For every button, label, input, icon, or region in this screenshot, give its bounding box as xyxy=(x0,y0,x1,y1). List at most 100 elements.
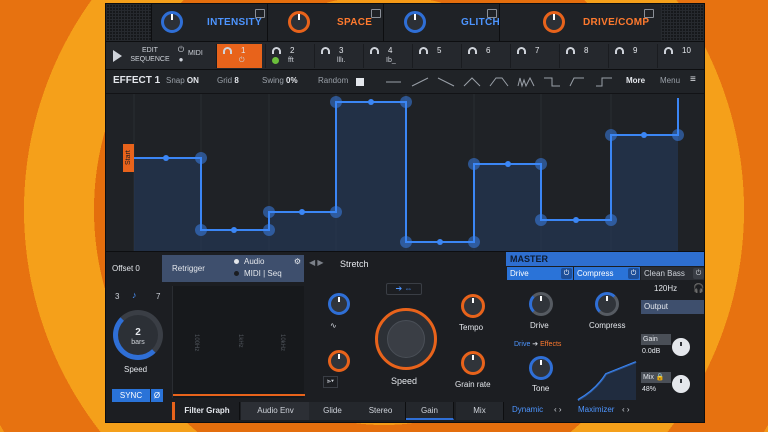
edit-icon[interactable] xyxy=(487,9,497,18)
headphone-icon[interactable] xyxy=(517,47,526,54)
sequence-slot-7[interactable]: 7 xyxy=(510,44,556,68)
tab-glide[interactable]: Glide xyxy=(309,402,357,420)
maximizer-label[interactable]: Maximizer xyxy=(578,405,614,414)
grid-label: Grid xyxy=(217,76,233,85)
pattern-dropdown[interactable]: ⫸▾ xyxy=(323,376,338,388)
power-icon[interactable]: ⏻ xyxy=(561,268,572,279)
dynamic-label[interactable]: Dynamic xyxy=(512,405,543,414)
tab-stereo[interactable]: Stereo xyxy=(356,402,406,420)
sequence-slot-4[interactable]: 4 Ib_ xyxy=(363,44,409,68)
grain-rate-knob[interactable] xyxy=(461,351,485,375)
speed-bars-knob[interactable]: 2 bars xyxy=(113,310,163,360)
radio-audio[interactable] xyxy=(234,259,239,264)
sequence-slot-2[interactable]: 2 fft xyxy=(265,44,311,68)
compress-knob[interactable] xyxy=(595,292,619,316)
effects-order-label: Effects xyxy=(540,341,562,348)
stretch-label[interactable]: Stretch xyxy=(340,259,369,269)
glitch-knob[interactable] xyxy=(404,11,426,33)
clean-bass-freq[interactable]: 120Hz xyxy=(654,284,677,293)
dice-icon[interactable] xyxy=(356,78,364,86)
menu-button[interactable]: Menu xyxy=(660,76,680,85)
prev-icon[interactable]: ◀ ▶ xyxy=(309,258,324,267)
stretch-knob-blue[interactable] xyxy=(328,293,350,315)
macro-space[interactable]: SPACE xyxy=(267,4,383,41)
headphone-icon[interactable] xyxy=(223,47,232,54)
swing-control[interactable]: Swing 0% xyxy=(262,76,298,85)
compress-toggle[interactable]: Compress ⏻ xyxy=(574,267,640,280)
offset-label[interactable]: Offset 0 xyxy=(112,264,140,273)
maximizer-arrows[interactable]: ‹ › xyxy=(622,405,630,414)
direction-toggle[interactable]: ➔ ⇔ xyxy=(386,283,422,295)
curve-icon[interactable]: ∿ xyxy=(330,321,337,330)
sequence-slot-3[interactable]: 3 lllı. xyxy=(314,44,360,68)
note-icon[interactable]: ♪ xyxy=(132,290,137,300)
sync-button[interactable]: SYNC xyxy=(112,389,150,402)
edit-icon[interactable] xyxy=(644,9,654,18)
tab-filter-graph[interactable]: Filter Graph xyxy=(172,402,240,420)
tone-label: Tone xyxy=(532,384,550,393)
radio-midi[interactable] xyxy=(234,271,239,276)
slot-effect-icon: Ib_ xyxy=(386,57,396,64)
edit-icon[interactable] xyxy=(371,9,381,18)
sequence-slot-5[interactable]: 5 xyxy=(412,44,458,68)
space-knob[interactable] xyxy=(288,11,310,33)
retrigger-panel[interactable]: Retrigger Audio MIDI | Seq ⚙ xyxy=(162,255,304,282)
midi-label[interactable]: MIDI xyxy=(188,50,203,57)
lfo-graph[interactable]: Start xyxy=(106,93,705,252)
sequence-slot-10[interactable]: 10 xyxy=(657,44,703,68)
shape-presets[interactable] xyxy=(384,76,634,88)
phase-icon[interactable]: Ø xyxy=(151,389,163,402)
menu-icon[interactable]: ≡ xyxy=(690,74,696,85)
lfo-curve[interactable] xyxy=(106,94,705,252)
gain-knob[interactable] xyxy=(672,338,690,356)
headphone-icon[interactable] xyxy=(468,47,477,54)
dynamic-arrows[interactable]: ‹ › xyxy=(554,405,562,414)
drive-comp-knob[interactable] xyxy=(543,11,565,33)
edit-icon[interactable] xyxy=(255,9,265,18)
play-icon[interactable] xyxy=(113,50,122,62)
speed-big-knob[interactable] xyxy=(375,308,437,370)
sequence-slot-8[interactable]: 8 xyxy=(559,44,605,68)
headphone-icon[interactable] xyxy=(419,47,428,54)
macro-intensity[interactable]: INTENSITY xyxy=(151,4,267,41)
mix-knob[interactable] xyxy=(672,375,690,393)
tempo-knob[interactable] xyxy=(461,294,485,318)
sequence-slot-9[interactable]: 9 xyxy=(608,44,654,68)
speed-big-label: Speed xyxy=(391,376,418,386)
macro-drive-comp[interactable]: DRIVE/COMP xyxy=(499,4,661,41)
grid-control[interactable]: Grid 8 xyxy=(217,76,239,85)
headphone-icon[interactable] xyxy=(321,47,330,54)
tab-audio-env[interactable]: Audio Env xyxy=(241,402,311,420)
headphone-icon[interactable] xyxy=(615,47,624,54)
power-icon[interactable]: ⏻ xyxy=(628,268,639,279)
headphone-icon[interactable]: 🎧 xyxy=(693,283,704,294)
intensity-knob[interactable] xyxy=(161,11,183,33)
headphone-icon[interactable] xyxy=(664,47,673,54)
drive-toggle[interactable]: Drive ⏻ xyxy=(507,267,573,280)
freq-label: 1kHz xyxy=(237,334,243,348)
sequence-slot-1[interactable]: 1 ⏻ xyxy=(216,44,262,68)
audio-label: Audio xyxy=(244,257,265,266)
drive-effects-order[interactable]: Drive ➔ Effects xyxy=(514,340,561,348)
headphone-icon[interactable] xyxy=(272,47,281,54)
tone-knob[interactable] xyxy=(529,356,553,380)
clean-bass-toggle[interactable]: Clean Bass ⏻ xyxy=(641,267,704,280)
snap-control[interactable]: Snap ON xyxy=(166,76,199,85)
sequence-slot-6[interactable]: 6 xyxy=(461,44,507,68)
tab-gain[interactable]: Gain xyxy=(406,402,454,420)
power-icon[interactable]: ⏻ xyxy=(693,268,704,279)
tab-mix[interactable]: Mix xyxy=(456,402,504,420)
slot-number: 3 xyxy=(339,46,344,55)
more-button[interactable]: More xyxy=(626,76,645,85)
power-toggle[interactable]: ⏻ ● xyxy=(174,45,188,67)
start-marker[interactable]: Start xyxy=(123,144,134,172)
slot-number: 4 xyxy=(388,46,393,55)
macro-glitch[interactable]: GLITCH xyxy=(383,4,500,41)
headphone-icon[interactable] xyxy=(370,47,379,54)
filter-graph[interactable]: 100Hz 1kHz 10kHz xyxy=(172,286,305,398)
edit-sequence-button[interactable]: EDIT SEQUENCE xyxy=(128,46,172,66)
gear-icon[interactable]: ⚙ xyxy=(294,257,301,266)
headphone-icon[interactable] xyxy=(566,47,575,54)
drive-knob[interactable] xyxy=(529,292,553,316)
stretch-knob-orange[interactable] xyxy=(328,350,350,372)
